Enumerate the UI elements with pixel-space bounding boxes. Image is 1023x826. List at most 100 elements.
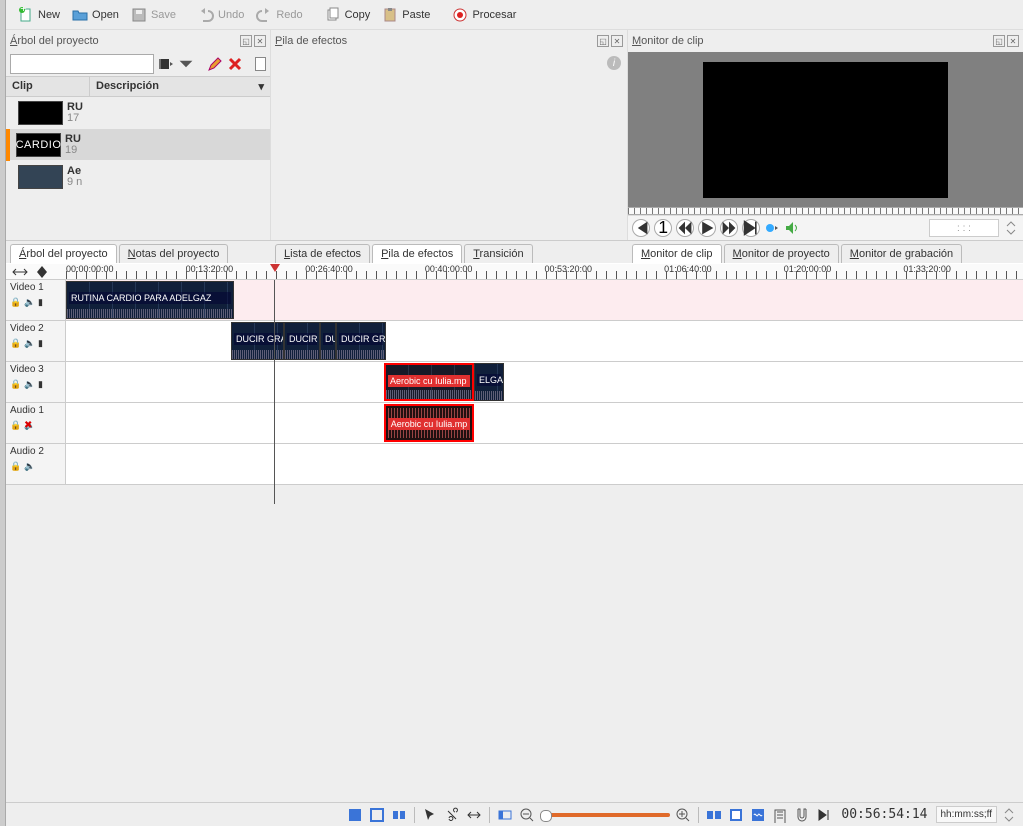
tab-project-tree[interactable]: Árbol del proyecto — [10, 244, 117, 263]
playhead-marker-icon[interactable] — [270, 264, 280, 272]
lock-icon[interactable]: 🔒 — [10, 461, 20, 471]
playhead-line[interactable] — [274, 280, 275, 504]
close-icon[interactable]: ✕ — [611, 35, 623, 47]
timeline-ruler[interactable]: 00:00:00:00 00:13:20:00 00:26:40:00 00:4… — [6, 264, 1023, 280]
mute-audio-icon[interactable]: 🔈✖ — [24, 420, 34, 430]
paste-button[interactable]: Paste — [376, 4, 436, 26]
tab-record-monitor[interactable]: Monitor de grabación — [841, 244, 962, 263]
fit-zoom-icon[interactable] — [705, 806, 723, 824]
open-button[interactable]: Open — [66, 4, 125, 26]
delete-icon[interactable] — [227, 56, 243, 72]
film-menu-icon[interactable] — [158, 56, 174, 72]
timeline-clip[interactable]: DUCIR GRA — [231, 322, 284, 360]
timeline-clip-selected[interactable]: Aerobic cu Iulia.mp — [384, 363, 474, 401]
show-audio-thumbs-icon[interactable] — [749, 806, 767, 824]
timeline-clip[interactable]: DUCIR — [284, 322, 320, 360]
redo-button[interactable]: Redo — [250, 4, 308, 26]
timeline-audio-clip-selected[interactable]: Aerobic cu Iulia.mp — [384, 404, 474, 442]
close-icon[interactable]: ✕ — [1007, 35, 1019, 47]
edit-pencil-icon[interactable] — [207, 56, 223, 72]
mute-icon[interactable]: 🔈 — [24, 338, 34, 348]
format-step-icon[interactable] — [1001, 807, 1017, 823]
timeline-stretch-icon[interactable] — [12, 264, 28, 280]
info-icon[interactable]: i — [607, 56, 621, 70]
timeline-keyframe-icon[interactable] — [34, 264, 50, 280]
timeline-clip[interactable]: RUTINA CARDIO PARA ADELGAZ — [66, 281, 234, 319]
volume-icon[interactable] — [784, 220, 800, 236]
render-label: Procesar — [472, 9, 516, 21]
lock-icon[interactable]: 🔒 — [10, 420, 20, 430]
clip-row[interactable]: CARDIO RU19 — [6, 129, 270, 161]
save-button[interactable]: Save — [125, 4, 182, 26]
mute-icon[interactable]: 🔈 — [24, 379, 34, 389]
timeline-clip[interactable]: DUCIR GR — [336, 322, 386, 360]
spacer-tool-icon[interactable] — [465, 806, 483, 824]
tab-effect-stack[interactable]: Pila de efectos — [372, 244, 462, 263]
thumbnails-toggle-icon[interactable] — [496, 806, 514, 824]
tab-transition[interactable]: Transición — [464, 244, 532, 263]
zoom-slider[interactable] — [540, 813, 670, 817]
monitor-ruler[interactable] — [628, 207, 1023, 215]
copy-button[interactable]: Copy — [319, 4, 377, 26]
clip-name: RU — [67, 102, 83, 113]
step-back-icon[interactable]: 1 — [654, 219, 672, 237]
clip-row[interactable]: Ae9 n — [6, 161, 270, 193]
timecode-format-select[interactable]: hh:mm:ss;ff — [936, 806, 998, 823]
tab-project-notes[interactable]: Notas del proyecto — [119, 244, 229, 263]
undo-button[interactable]: Undo — [192, 4, 250, 26]
mute-icon[interactable]: 🔈 — [24, 297, 34, 307]
razor-tool-icon[interactable] — [443, 806, 461, 824]
show-video-thumbs-icon[interactable] — [727, 806, 745, 824]
normal-edit-mode-icon[interactable] — [346, 806, 364, 824]
close-icon[interactable]: ✕ — [254, 35, 266, 47]
sort-icon[interactable]: ▾ — [258, 80, 264, 93]
overwrite-mode-icon[interactable] — [368, 806, 386, 824]
tab-clip-monitor[interactable]: Monitor de clip — [632, 244, 722, 263]
film-icon[interactable]: ▮ — [38, 297, 48, 307]
svg-text:1: 1 — [658, 220, 668, 236]
project-tree-panel: Árbol del proyecto ◱ ✕ Clip Descripción▾… — [6, 30, 271, 240]
lock-icon[interactable]: 🔒 — [10, 297, 20, 307]
monitor-timecode-input[interactable]: : : : — [929, 219, 999, 237]
render-button[interactable]: Procesar — [446, 4, 522, 26]
zoom-out-icon[interactable] — [518, 806, 536, 824]
goto-end-icon[interactable] — [815, 806, 833, 824]
snap-icon[interactable] — [793, 806, 811, 824]
toggle-checkbox[interactable] — [255, 57, 266, 71]
zoom-in-icon[interactable] — [674, 806, 692, 824]
clip-row[interactable]: RU17 — [6, 97, 270, 129]
goto-start-icon[interactable] — [632, 219, 650, 237]
timecode-step-icon[interactable] — [1003, 220, 1019, 236]
search-input[interactable] — [10, 54, 154, 74]
zone-menu-icon[interactable] — [764, 220, 780, 236]
undock-icon[interactable]: ◱ — [993, 35, 1005, 47]
lock-icon[interactable]: 🔒 — [10, 338, 20, 348]
clip-name: RU — [65, 134, 81, 145]
selection-tool-icon[interactable] — [421, 806, 439, 824]
clip-detail: 17 — [67, 113, 83, 124]
monitor-viewport[interactable] — [628, 52, 1023, 207]
track-name: Video 3 — [10, 364, 61, 375]
insert-mode-icon[interactable] — [390, 806, 408, 824]
film-icon[interactable]: ▮ — [38, 379, 48, 389]
lock-icon[interactable]: 🔒 — [10, 379, 20, 389]
timeline-clip[interactable]: ELGAZ — [474, 363, 504, 401]
dropdown-icon[interactable] — [178, 56, 194, 72]
goto-end-icon[interactable] — [742, 219, 760, 237]
forward-icon[interactable] — [720, 219, 738, 237]
timeline-clip[interactable]: DU — [320, 322, 336, 360]
mute-icon[interactable]: 🔈 — [24, 461, 34, 471]
undock-icon[interactable]: ◱ — [240, 35, 252, 47]
tab-project-monitor[interactable]: Monitor de proyecto — [724, 244, 839, 263]
play-icon[interactable] — [698, 219, 716, 237]
col-clip[interactable]: Clip — [6, 77, 90, 96]
new-label: New — [38, 9, 60, 21]
tab-effect-list[interactable]: Lista de efectos — [275, 244, 370, 263]
new-button[interactable]: + New — [12, 4, 66, 26]
film-icon[interactable]: ▮ — [38, 338, 48, 348]
col-desc[interactable]: Descripción▾ — [90, 77, 270, 96]
undock-icon[interactable]: ◱ — [597, 35, 609, 47]
svg-text:+: + — [20, 7, 26, 15]
show-markers-icon[interactable] — [771, 806, 789, 824]
rewind-icon[interactable] — [676, 219, 694, 237]
